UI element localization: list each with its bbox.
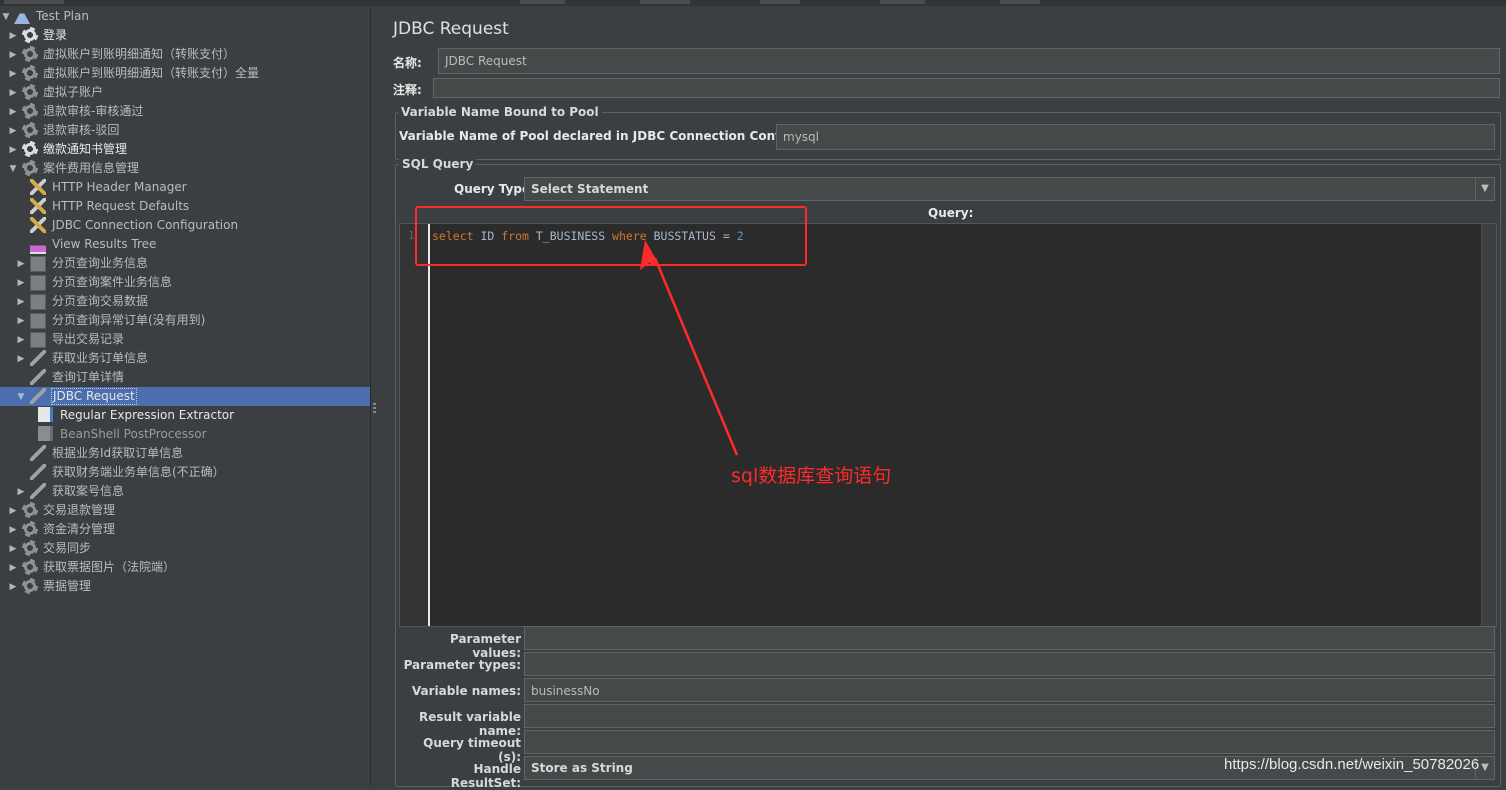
annotation-text: sql数据库查询语句: [731, 465, 892, 487]
annotation-arrow-line: [653, 257, 739, 456]
annotation-arrow: [640, 240, 739, 456]
watermark: https://blog.csdn.net/weixin_50782026: [1224, 756, 1480, 773]
annotation-arrow-head: [640, 240, 661, 270]
